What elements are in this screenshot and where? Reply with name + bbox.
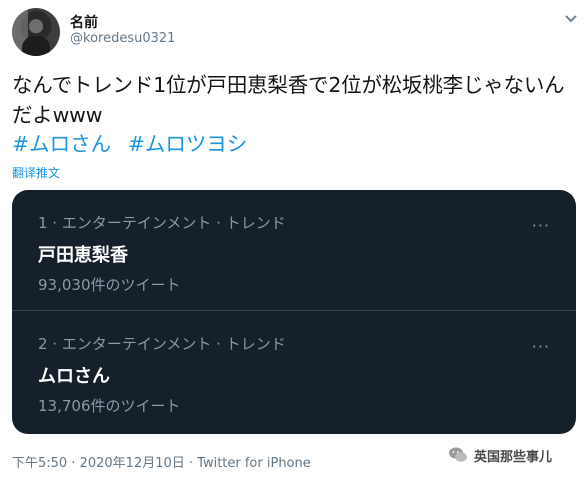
trend-tweet-count: 93,030件のツイート [38,276,181,294]
trend-title: ムロさん [38,366,110,387]
trend-context: 2 · エンターテインメント · トレンド [38,335,286,353]
more-options-icon[interactable]: ··· [532,216,550,235]
chevron-down-icon[interactable] [562,12,580,26]
tweet-timestamp[interactable]: 下午5:50 · 2020年12月10日 · Twitter for iPhon… [12,452,311,471]
watermark: 英国那些事儿 [448,444,552,466]
hashtags: #ムロさん #ムロツヨシ [12,130,257,158]
tweet-text: なんでトレンド1位が戸田恵梨香で2位が松坂桃李じゃないんだよwww [12,73,565,127]
watermark-text: 英国那些事儿 [474,449,553,465]
avatar[interactable] [12,8,60,56]
trends-card: 1 · エンターテインメント · トレンド 戸田恵梨香 93,030件のツイート… [12,190,576,434]
trend-item[interactable]: 1 · エンターテインメント · トレンド 戸田恵梨香 93,030件のツイート… [12,190,576,310]
wechat-icon [449,447,467,462]
user-handle[interactable]: @koredesu0321 [70,31,175,46]
translate-tweet-link[interactable]: 翻译推文 [12,164,60,181]
trend-item[interactable]: 2 · エンターテインメント · トレンド ムロさん 13,706件のツイート … [12,310,576,431]
trend-tweet-count: 13,706件のツイート [38,397,181,415]
more-options-icon[interactable]: ··· [532,337,550,356]
trend-context: 1 · エンターテインメント · トレンド [38,214,286,232]
trend-title: 戸田恵梨香 [38,245,128,266]
hashtag-link[interactable]: #ムロツヨシ [128,132,248,156]
display-name[interactable]: 名前 [70,12,98,32]
hashtag-link[interactable]: #ムロさん [12,132,111,156]
avatar-figure [22,36,50,56]
